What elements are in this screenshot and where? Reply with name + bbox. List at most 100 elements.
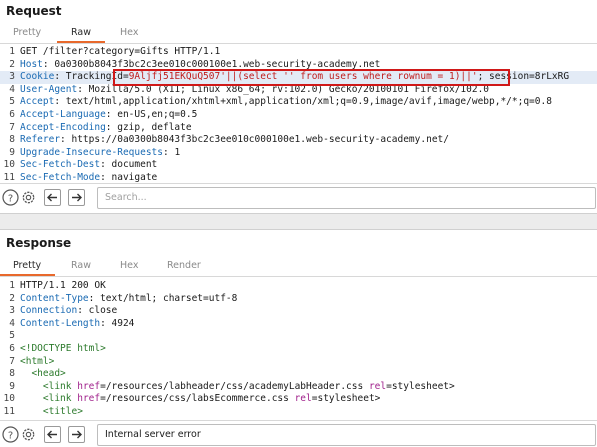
- code-text: <title>: [20, 406, 83, 419]
- request-title: Request: [6, 4, 62, 18]
- code-token: : text/html; charset=utf-8: [88, 292, 238, 304]
- code-line: 5: [0, 330, 597, 343]
- code-token: Accept-Encoding: [20, 121, 106, 133]
- code-line: 9 <link href=/resources/labheader/css/ac…: [0, 381, 597, 394]
- code-text: Accept-Encoding: gzip, deflate: [20, 122, 192, 135]
- code-text: Accept-Language: en-US,en;q=0.5: [20, 109, 197, 122]
- request-toolbar: ? Search...: [0, 183, 597, 213]
- response-tabs: Pretty Raw Hex Render: [0, 257, 597, 277]
- code-token: =/resources/css/labsEcommerce.css: [100, 393, 295, 405]
- code-token: Upgrade-Insecure-Requests: [20, 146, 163, 158]
- code-line: 6 Accept-Language: en-US,en;q=0.5: [0, 109, 597, 122]
- code-token: <head>: [31, 368, 66, 380]
- settings-gear-icon[interactable]: [20, 426, 37, 443]
- code-text: Upgrade-Insecure-Requests: 1: [20, 147, 180, 160]
- code-text: Sec-Fetch-Dest: document: [20, 159, 157, 172]
- request-tab-hex[interactable]: Hex: [120, 27, 138, 38]
- code-text: <html>: [20, 356, 54, 369]
- request-tab-pretty[interactable]: Pretty: [13, 27, 41, 38]
- line-number: 8: [9, 368, 15, 380]
- response-tab-raw[interactable]: Raw: [71, 260, 91, 271]
- code-token: : 4924: [100, 317, 135, 329]
- code-line: 10 Sec-Fetch-Dest: document: [0, 159, 597, 172]
- code-text: <head>: [20, 368, 66, 381]
- line-number: 10: [3, 393, 15, 405]
- code-token: Host: [20, 58, 43, 70]
- code-token: <html>: [20, 355, 55, 367]
- code-line: 9 Upgrade-Insecure-Requests: 1: [0, 147, 597, 160]
- code-token: : https://0a0300b8043f3bc2c3ee010c000100…: [60, 134, 449, 146]
- code-line: 2 Content-Type: text/html; charset=utf-8: [0, 293, 597, 306]
- code-token: : navigate: [100, 171, 158, 182]
- code-token: Accept-Language: [20, 108, 106, 120]
- request-tabs: Pretty Raw Hex: [0, 24, 597, 44]
- code-text: <link href=/resources/labheader/css/acad…: [20, 381, 455, 394]
- code-token: : en-US,en;q=0.5: [105, 108, 198, 120]
- response-tab-render[interactable]: Render: [167, 260, 201, 271]
- code-token: <link: [42, 380, 78, 392]
- code-line: 4 Content-Length: 4924: [0, 318, 597, 331]
- line-number: 6: [9, 342, 15, 354]
- code-line: 10 <link href=/resources/css/labsEcommer…: [0, 393, 597, 406]
- line-number: 4: [9, 317, 15, 329]
- code-token: : close: [77, 305, 118, 317]
- code-text: <link href=/resources/css/labsEcommerce.…: [20, 393, 381, 406]
- arrow-right-icon: [72, 193, 82, 202]
- request-tab-raw[interactable]: Raw: [57, 27, 105, 43]
- code-line: 7 <html>: [0, 356, 597, 369]
- code-token: GET /filter?category=Gifts HTTP/1.1: [20, 46, 221, 57]
- code-text: <!DOCTYPE html>: [20, 343, 106, 356]
- line-number: 9: [9, 146, 15, 158]
- code-token: HTTP/1.1 200 OK: [20, 280, 106, 291]
- line-number: 9: [9, 380, 15, 392]
- code-token: href: [77, 380, 101, 392]
- pane-splitter[interactable]: [0, 213, 597, 230]
- code-token: : 1: [163, 146, 181, 158]
- request-search-input[interactable]: Search...: [97, 187, 596, 209]
- code-token: <link: [42, 393, 78, 405]
- code-token: rel: [368, 380, 387, 392]
- previous-match-button[interactable]: [44, 426, 61, 443]
- code-token: : 0a0300b8043f3bc2c3ee010c000100e1.web-s…: [42, 58, 381, 70]
- help-icon[interactable]: ?: [2, 189, 19, 206]
- settings-gear-icon[interactable]: [20, 189, 37, 206]
- arrow-left-icon: [47, 193, 57, 202]
- line-number: 3: [9, 71, 15, 83]
- help-icon[interactable]: ?: [2, 426, 19, 443]
- code-text: Sec-Fetch-Mode: navigate: [20, 172, 157, 182]
- line-number: 6: [9, 108, 15, 120]
- code-token: User-Agent: [20, 83, 78, 95]
- code-line: 5 Accept: text/html,application/xhtml+xml…: [0, 96, 597, 109]
- code-text: Content-Length: 4924: [20, 318, 134, 331]
- response-search-input[interactable]: Internal server error: [97, 424, 596, 446]
- code-line: 1 GET /filter?category=Gifts HTTP/1.1: [0, 46, 597, 59]
- code-token: Connection: [20, 305, 78, 317]
- response-editor[interactable]: 1 HTTP/1.1 200 OK 2 Content-Type: text/html…: [0, 280, 597, 422]
- code-token: <!DOCTYPE html>: [20, 342, 106, 354]
- code-line: 8 <head>: [0, 368, 597, 381]
- next-match-button[interactable]: [68, 426, 85, 443]
- code-text: GET /filter?category=Gifts HTTP/1.1: [20, 46, 220, 59]
- previous-match-button[interactable]: [44, 189, 61, 206]
- code-token: =stylesheet>: [386, 380, 455, 392]
- next-match-button[interactable]: [68, 189, 85, 206]
- response-tab-hex[interactable]: Hex: [120, 260, 138, 271]
- response-title: Response: [6, 236, 72, 250]
- line-number: 8: [9, 134, 15, 146]
- response-tab-pretty[interactable]: Pretty: [0, 260, 56, 276]
- line-number: 11: [3, 171, 15, 182]
- request-editor[interactable]: 1 GET /filter?category=Gifts HTTP/1.1 2 Hos…: [0, 46, 597, 182]
- svg-text:?: ?: [8, 430, 13, 441]
- code-token: rel: [294, 393, 312, 405]
- code-token: Content-Length: [20, 317, 101, 329]
- line-number: 1: [9, 46, 15, 57]
- request-pane: Request Pretty Raw Hex 1 GET /filter?cate…: [0, 0, 597, 213]
- arrow-left-icon: [47, 430, 57, 439]
- code-line: 11 <title>: [0, 406, 597, 419]
- arrow-right-icon: [72, 430, 82, 439]
- line-number: 5: [9, 330, 15, 342]
- code-token: Referer: [20, 134, 61, 146]
